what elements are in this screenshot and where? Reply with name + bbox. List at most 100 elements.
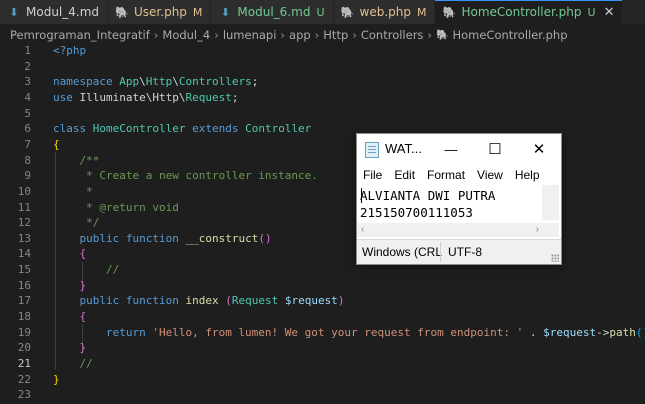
code-line[interactable]: 4 use Illuminate\Http\Request; (0, 90, 645, 106)
tab-label: HomeController.php (461, 5, 582, 19)
menu-file[interactable]: File (357, 165, 388, 185)
code-token: use (53, 90, 80, 104)
code-token: * (86, 184, 93, 198)
line-number: 19 (17, 325, 31, 339)
breadcrumb-item[interactable]: HomeController.php (452, 28, 567, 42)
code-token: { (79, 310, 87, 324)
breadcrumb-item[interactable]: Pemrograman_Integratif (10, 28, 150, 42)
code-token: Illuminate\Http\ (79, 90, 186, 104)
notepad-window[interactable]: WAT... — ☐ ✕ File Edit Format View Help … (356, 133, 562, 265)
code-token: ) (337, 294, 345, 308)
code-line[interactable]: 1 <?php (0, 43, 645, 59)
notepad-text-area[interactable]: ALVIANTA DWI PUTRA 215150700111053 (360, 187, 540, 221)
line-number: 12 (17, 216, 31, 230)
code-line[interactable]: 20 } (0, 340, 645, 356)
code-token: 'Hello, from lumen! We got your request … (152, 325, 524, 339)
line-number: 16 (17, 278, 31, 292)
close-button[interactable]: ✕ (517, 134, 561, 164)
tab-user-php[interactable]: 🐘 User.php M (108, 0, 212, 24)
line-number: 5 (24, 106, 31, 120)
code-token: Request (185, 90, 232, 104)
menu-edit[interactable]: Edit (388, 165, 421, 185)
code-token: ; (231, 90, 239, 104)
code-line[interactable]: 17 public function index (Request $reque… (0, 293, 645, 309)
code-token: class (53, 122, 93, 136)
php-icon: 🐘 (436, 29, 449, 41)
code-line[interactable]: 3 namespace App\Http\Controllers; (0, 74, 645, 90)
breadcrumb-item[interactable]: Http (323, 28, 348, 42)
code-text: return 'Hello, from lumen! We got your r… (53, 325, 645, 341)
tab-modul-6-md[interactable]: ⬇ Modul_6.md U (211, 0, 334, 24)
tab-modul-4-md[interactable]: ⬇ Modul_4.md (0, 0, 109, 24)
breadcrumb-item[interactable]: Modul_4 (162, 28, 210, 42)
code-token: $request (284, 294, 338, 308)
code-token: namespace (53, 75, 120, 89)
maximize-button[interactable]: ☐ (473, 134, 517, 164)
line-number: 11 (17, 200, 31, 214)
code-line[interactable]: 2 (0, 59, 645, 75)
menu-help[interactable]: Help (509, 165, 546, 185)
code-line[interactable]: 22} (0, 372, 645, 388)
notepad-titlebar[interactable]: WAT... — ☐ ✕ (357, 134, 561, 164)
code-line[interactable]: 5 (0, 106, 645, 122)
code-token: __construct (185, 231, 259, 245)
line-number: 9 (24, 169, 31, 183)
notepad-menubar: File Edit Format View Help (357, 165, 561, 185)
chevron-right-icon: › (314, 28, 320, 42)
code-line[interactable]: 16 } (0, 278, 645, 294)
code-line[interactable]: 21 // (0, 356, 645, 372)
code-token: // (105, 263, 120, 277)
line-number: 8 (24, 153, 31, 167)
vertical-scrollbar[interactable] (542, 185, 559, 220)
scroll-left-icon[interactable]: ‹ (361, 223, 364, 237)
horizontal-scrollbar[interactable]: ‹ › (357, 223, 543, 237)
text-caret (361, 188, 362, 203)
code-token: . (523, 325, 544, 339)
code-token: ( (225, 294, 232, 308)
code-token: () (635, 325, 645, 339)
code-token: } (79, 278, 87, 292)
line-number: 23 (17, 388, 31, 402)
chevron-right-icon: › (153, 28, 159, 42)
close-icon[interactable]: ✕ (604, 5, 615, 20)
menu-view[interactable]: View (471, 165, 509, 185)
code-line[interactable]: 19 return 'Hello, from lumen! We got you… (0, 325, 645, 341)
menu-format[interactable]: Format (421, 165, 471, 185)
code-text: } (53, 340, 87, 356)
code-text: // (53, 262, 119, 278)
line-number: 18 (17, 310, 31, 324)
code-text: { (53, 137, 60, 153)
markdown-icon: ⬇ (9, 5, 19, 19)
code-text: <?php (53, 43, 86, 59)
code-line[interactable]: 23 (0, 387, 645, 403)
code-token: * Create a new controller instance. (86, 169, 318, 183)
git-status-badge: M (416, 5, 427, 19)
git-status-badge: U (587, 5, 596, 19)
code-token: { (53, 137, 60, 151)
code-line[interactable]: 18 { (0, 309, 645, 325)
breadcrumb-item[interactable]: lumenapi (223, 28, 277, 42)
tab-web-php[interactable]: 🐘 web.php M (333, 0, 436, 24)
code-token: ; (251, 75, 259, 89)
breadcrumb-item[interactable]: app (289, 28, 311, 42)
line-number: 17 (17, 294, 31, 308)
notepad-statusbar: Windows (CRLF) UTF-8 (357, 239, 561, 264)
code-token: Http (145, 75, 173, 89)
code-text: { (53, 246, 87, 262)
code-token: -> (596, 325, 610, 339)
resize-grip-icon[interactable] (551, 254, 559, 262)
code-text: public function index (Request $request) (53, 293, 345, 309)
code-token: extends (192, 122, 246, 136)
scroll-right-icon[interactable]: › (536, 223, 539, 237)
minimize-button[interactable]: — (429, 134, 473, 164)
line-number: 2 (24, 59, 31, 73)
scrollbar-corner (543, 223, 559, 237)
breadcrumb-item[interactable]: Controllers (361, 28, 424, 42)
status-divider (440, 242, 441, 262)
tab-homecontroller-php[interactable]: 🐘 HomeController.php U ✕ (435, 0, 624, 24)
git-status-badge: U (316, 5, 325, 19)
